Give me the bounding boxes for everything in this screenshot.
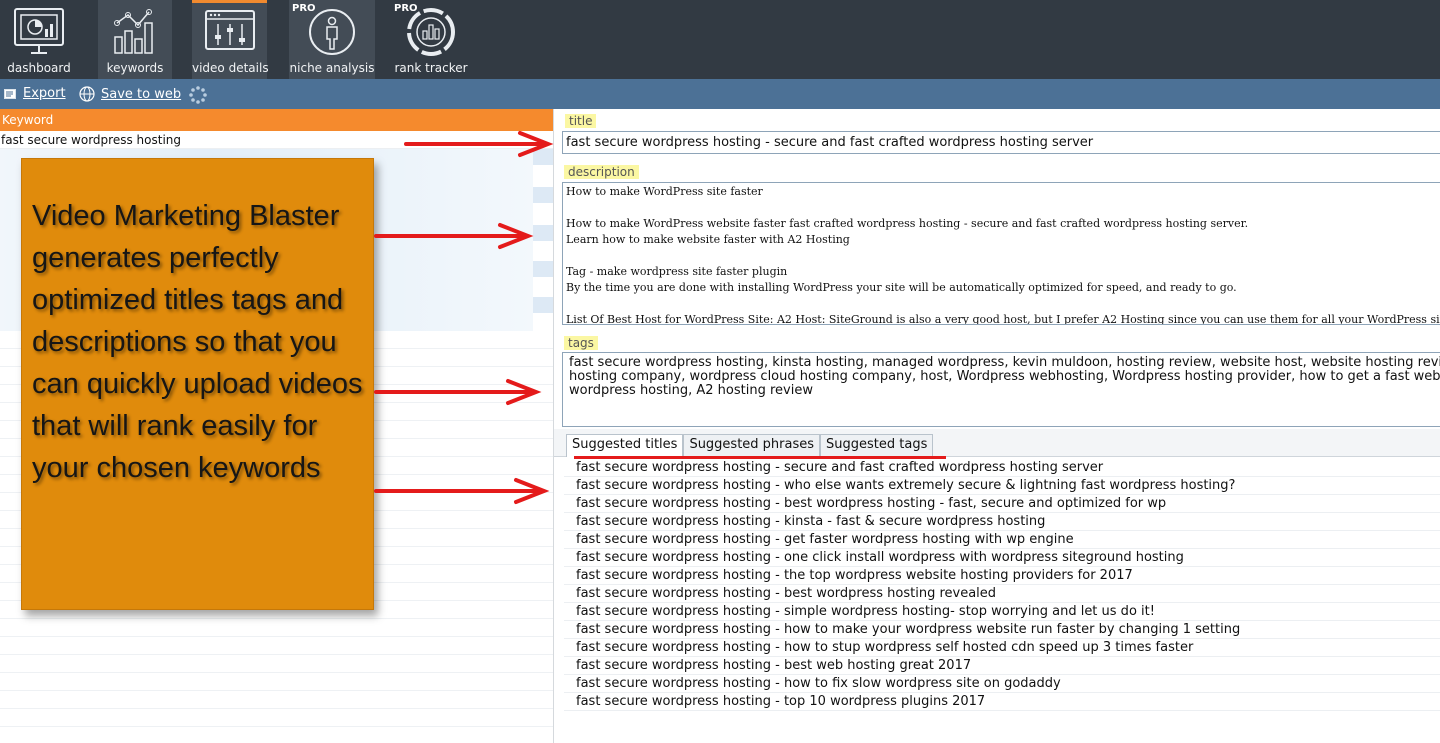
dashboard-icon	[14, 8, 64, 54]
description-line: Learn how to make website faster with A2…	[566, 233, 850, 246]
keywords-chart-icon	[114, 9, 153, 54]
keyword-row[interactable]: fast secure wordpress hosting	[0, 131, 553, 149]
suggested-title-row[interactable]: fast secure wordpress hosting - simple w…	[564, 603, 1440, 621]
title-label: title	[565, 114, 597, 128]
toolbar-dashboard[interactable]: dashboard	[0, 0, 78, 79]
toolbar-label: dashboard	[7, 61, 71, 75]
top-toolbar: dashboard keywords video details PRO nic…	[0, 0, 1440, 79]
toolbar-label: keywords	[106, 61, 164, 75]
suggestion-tabs: Suggested titles Suggested phrases Sugge…	[566, 434, 934, 457]
loading-spinner-icon	[189, 86, 207, 104]
suggested-title-row[interactable]: fast secure wordpress hosting - best wor…	[564, 585, 1440, 603]
description-line	[566, 297, 1440, 313]
marketing-callout: Video Marketing Blaster generates perfec…	[21, 158, 374, 610]
description-label: description	[564, 165, 639, 179]
suggested-title-row[interactable]: fast secure wordpress hosting - best wor…	[564, 495, 1440, 513]
toolbar-label: niche analysis	[289, 61, 375, 75]
toolbar-rank-tracker[interactable]: PRO rank tracker	[391, 0, 471, 79]
description-line	[566, 201, 1440, 217]
toolbar-video-details[interactable]: video details	[192, 0, 269, 79]
suggested-title-row[interactable]: fast secure wordpress hosting - how to f…	[564, 675, 1440, 693]
description-line: How to make WordPress website faster fas…	[566, 217, 1249, 230]
export-link[interactable]: Export	[4, 86, 66, 101]
toolbar-label: video details	[192, 61, 269, 75]
video-details-panel: title fast secure wordpress hosting - se…	[553, 109, 1440, 743]
globe-icon	[79, 86, 95, 102]
suggested-title-row[interactable]: fast secure wordpress hosting - how to s…	[564, 639, 1440, 657]
rank-tracker-icon	[407, 8, 455, 56]
description-line	[566, 249, 1440, 265]
video-details-icon	[204, 10, 255, 50]
description-textarea[interactable]: How to make WordPress site faster How to…	[562, 182, 1440, 325]
suggested-title-row[interactable]: fast secure wordpress hosting - best web…	[564, 657, 1440, 675]
suggested-title-row[interactable]: fast secure wordpress hosting - the top …	[564, 567, 1440, 585]
suggested-title-row[interactable]: fast secure wordpress hosting - secure a…	[564, 459, 1440, 477]
toolbar-keywords[interactable]: keywords	[98, 0, 172, 79]
suggested-title-row[interactable]: fast secure wordpress hosting - kinsta -…	[564, 513, 1440, 531]
tab-suggested-phrases[interactable]: Suggested phrases	[683, 434, 821, 456]
tags-line: wordpress hosting, A2 hosting review	[569, 383, 813, 398]
tags-textarea[interactable]: fast secure wordpress hosting, kinsta ho…	[562, 352, 1440, 427]
suggested-titles-list: fast secure wordpress hosting - secure a…	[564, 459, 1440, 711]
tags-line: fast secure wordpress hosting, kinsta ho…	[569, 355, 1440, 370]
tab-suggested-titles[interactable]: Suggested titles	[566, 434, 684, 457]
callout-text: Video Marketing Blaster generates perfec…	[32, 200, 363, 484]
suggested-title-row[interactable]: fast secure wordpress hosting - get fast…	[564, 531, 1440, 549]
save-to-web-link[interactable]: Save to web	[79, 86, 181, 102]
keyword-column-header[interactable]: Keyword	[0, 109, 553, 131]
description-line: How to make WordPress site faster	[566, 185, 763, 198]
description-line: By the time you are done with installing…	[566, 281, 1237, 294]
niche-analysis-icon	[309, 9, 355, 55]
description-line: List Of Best Host for WordPress Site: A2…	[566, 313, 1440, 325]
export-label: Export	[23, 86, 66, 101]
save-to-web-label: Save to web	[101, 86, 182, 102]
toolbar-label: rank tracker	[394, 61, 468, 75]
tab-suggested-tags[interactable]: Suggested tags	[820, 434, 934, 456]
tags-line: hosting company, wordpress cloud hosting…	[569, 369, 1440, 384]
active-tab-accent	[192, 0, 267, 3]
suggested-title-row[interactable]: fast secure wordpress hosting - top 10 w…	[564, 693, 1440, 711]
action-bar: Export Save to web	[0, 79, 1440, 109]
suggested-title-row[interactable]: fast secure wordpress hosting - who else…	[564, 477, 1440, 495]
description-line: Tag - make wordpress site faster plugin	[566, 265, 788, 278]
suggested-title-row[interactable]: fast secure wordpress hosting - one clic…	[564, 549, 1440, 567]
toolbar-niche-analysis[interactable]: PRO niche analysis	[289, 0, 375, 79]
tags-label: tags	[564, 336, 598, 350]
title-input[interactable]: fast secure wordpress hosting - secure a…	[562, 131, 1440, 154]
export-icon	[4, 88, 16, 99]
suggested-title-row[interactable]: fast secure wordpress hosting - how to m…	[564, 621, 1440, 639]
pro-badge: PRO	[292, 3, 316, 14]
pro-badge: PRO	[394, 3, 418, 14]
